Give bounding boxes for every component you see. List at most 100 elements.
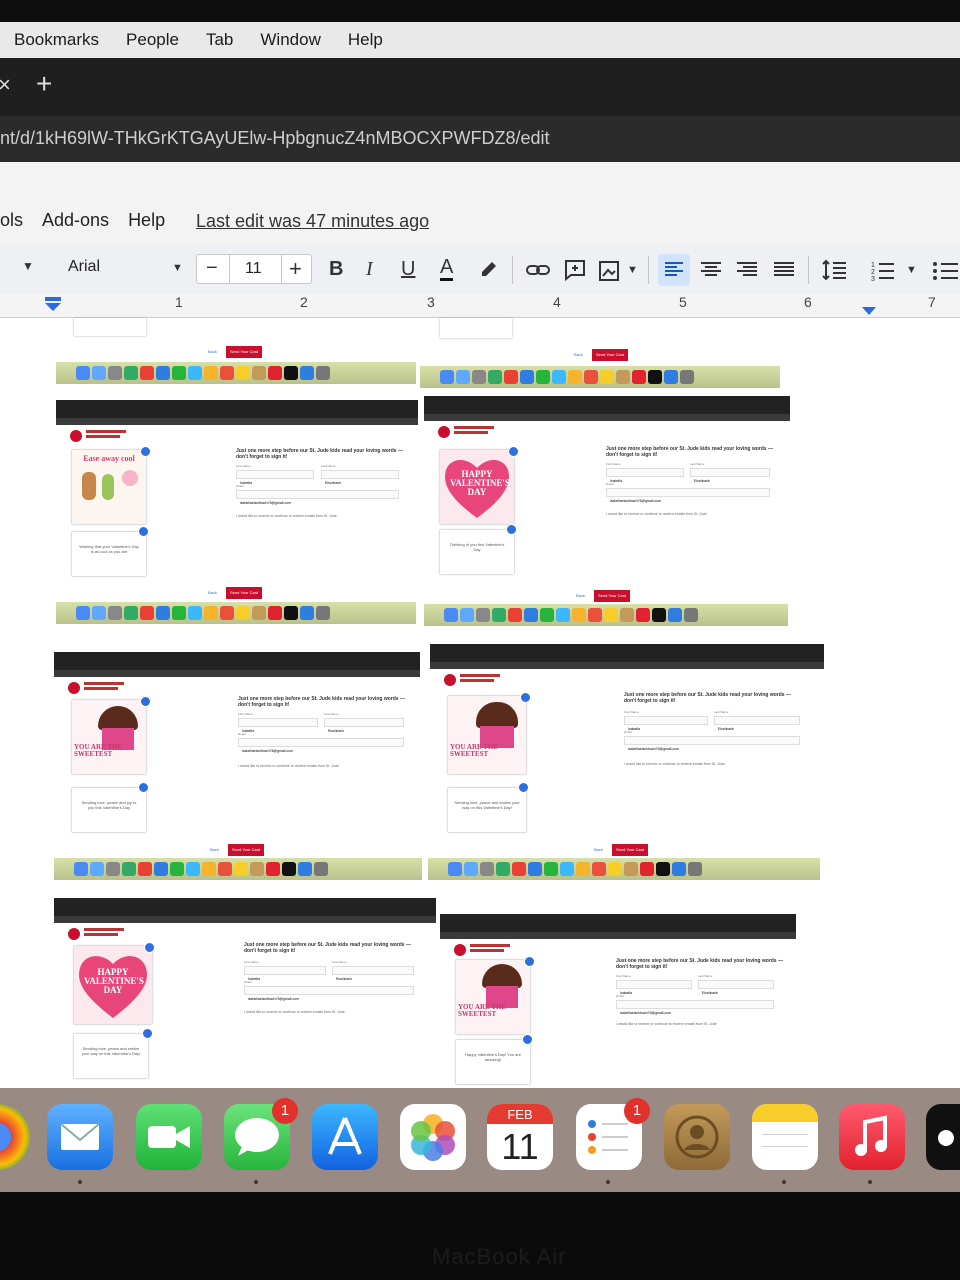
- align-justify-icon[interactable]: [771, 258, 797, 282]
- image-dropdown-icon[interactable]: ▼: [627, 264, 638, 276]
- bulleted-list-icon[interactable]: [930, 258, 960, 282]
- ruler-mark-2: 2: [300, 294, 308, 310]
- mini-dock-icon: [640, 862, 654, 876]
- card-art-cool: Ease away cool: [72, 450, 146, 524]
- menu-bookmarks[interactable]: Bookmarks: [14, 30, 99, 50]
- font-dropdown-icon[interactable]: ▼: [172, 262, 183, 274]
- device-label: MacBook Air: [432, 1244, 567, 1269]
- pasted-screenshot-2: HAPPY VALENTINE'S DAY Thinking of you th…: [424, 396, 790, 582]
- pasted-screenshot-4: YOU ARE THE SWEETEST Sending love, peace…: [430, 644, 824, 834]
- card-art-happy-valentines: HAPPY VALENTINE'S DAY: [74, 946, 152, 1024]
- calendar-app-icon[interactable]: FEB 11: [487, 1104, 553, 1170]
- card-message: Sending love, peace and smiles your way …: [74, 1034, 148, 1078]
- send-card-button: Send Your Card: [226, 587, 263, 599]
- mini-dock-icon: [652, 608, 666, 622]
- pasted-screenshot-5: HAPPY VALENTINE'S DAY Sending love, peac…: [54, 898, 436, 1082]
- send-card-button: Send Your Card: [592, 349, 629, 361]
- close-tab-icon[interactable]: ×: [0, 72, 11, 98]
- mini-dock-icon: [544, 862, 558, 876]
- mini-dock-icon: [284, 366, 298, 380]
- send-card-button: Send Your Card: [594, 590, 631, 602]
- screenshot-dock-strip: [54, 858, 422, 880]
- document-ruler[interactable]: 1 2 3 4 5 6 7: [0, 294, 960, 318]
- svg-text:3: 3: [871, 276, 875, 282]
- mini-dock-icon: [154, 862, 168, 876]
- mini-dock-icon: [620, 608, 634, 622]
- line-spacing-icon[interactable]: [820, 258, 848, 282]
- font-family-select[interactable]: Arial: [68, 258, 100, 276]
- docs-menu-tools[interactable]: ols: [0, 210, 23, 231]
- notes-app-icon[interactable]: [752, 1104, 818, 1170]
- underline-button[interactable]: U: [401, 258, 415, 281]
- music-app-icon[interactable]: [839, 1104, 905, 1170]
- decrease-size-button[interactable]: −: [206, 257, 218, 280]
- mac-dock: 1 FEB 11 1: [0, 1088, 960, 1192]
- last-edit-link[interactable]: Last edit was 47 minutes ago: [196, 211, 429, 232]
- new-tab-button[interactable]: +: [36, 68, 52, 100]
- mini-dock-icon: [460, 608, 474, 622]
- card-message: Sending love, peace and joy to you this …: [72, 788, 146, 832]
- align-left-icon[interactable]: [658, 254, 690, 286]
- screenshot-dock-strip: [420, 366, 780, 388]
- link-icon[interactable]: [525, 260, 551, 280]
- facetime-app-icon[interactable]: [136, 1104, 202, 1170]
- mini-dock-icon: [172, 366, 186, 380]
- mini-dock-icon: [170, 862, 184, 876]
- menu-help[interactable]: Help: [348, 30, 383, 50]
- align-center-icon[interactable]: [698, 258, 724, 282]
- card-message: Thinking of you this Valentine's Day: [440, 530, 514, 574]
- numbered-list-icon[interactable]: 1 2 3: [868, 258, 898, 282]
- italic-button[interactable]: I: [366, 258, 373, 281]
- text-color-button[interactable]: A: [440, 256, 454, 281]
- list-dropdown-icon[interactable]: ▼: [906, 264, 917, 276]
- mini-dock-icon: [316, 606, 330, 620]
- menu-tab[interactable]: Tab: [206, 30, 233, 50]
- mini-dock-icon: [108, 606, 122, 620]
- chrome-app-icon[interactable]: [0, 1104, 30, 1170]
- back-link: Back: [576, 593, 585, 598]
- menu-window[interactable]: Window: [260, 30, 320, 50]
- mini-dock-icon: [282, 862, 296, 876]
- increase-size-button[interactable]: +: [289, 256, 302, 282]
- menu-people[interactable]: People: [126, 30, 179, 50]
- mini-dock-icon: [632, 370, 646, 384]
- bold-button[interactable]: B: [329, 258, 343, 281]
- mini-dock-icon: [456, 370, 470, 384]
- font-size-input[interactable]: 11: [245, 260, 262, 278]
- insert-image-icon[interactable]: [598, 260, 622, 282]
- mini-dock-icon: [492, 608, 506, 622]
- mail-app-icon[interactable]: [47, 1104, 113, 1170]
- ruler-mark-5: 5: [679, 294, 687, 310]
- back-link: Back: [208, 349, 217, 354]
- photos-app-icon[interactable]: [400, 1104, 466, 1170]
- app-store-icon[interactable]: [312, 1104, 378, 1170]
- mini-dock-icon: [92, 366, 106, 380]
- ruler-mark-3: 3: [427, 294, 435, 310]
- mini-dock-icon: [236, 606, 250, 620]
- mini-dock-icon: [576, 862, 590, 876]
- document-page[interactable]: Back Send Your Card Back Send Your Card …: [0, 318, 960, 1088]
- docs-menu-addons[interactable]: Add-ons: [42, 210, 109, 231]
- contacts-app-icon[interactable]: [664, 1104, 730, 1170]
- apple-tv-app-icon[interactable]: [926, 1104, 960, 1170]
- mini-dock-icon: [636, 608, 650, 622]
- mini-dock-icon: [140, 606, 154, 620]
- card-art-you-are-sweetest: YOU ARE THE SWEETEST: [72, 700, 146, 774]
- screenshot-dock-strip: [428, 858, 820, 880]
- add-comment-icon[interactable]: [563, 258, 587, 282]
- styles-dropdown-icon[interactable]: ▼: [22, 259, 34, 273]
- left-indent-marker[interactable]: [44, 296, 62, 312]
- align-right-icon[interactable]: [734, 258, 760, 282]
- docs-menu-help[interactable]: Help: [128, 210, 165, 231]
- highlight-pen-icon[interactable]: [478, 258, 500, 280]
- mini-dock-icon: [74, 862, 88, 876]
- mini-dock-icon: [298, 862, 312, 876]
- mini-dock-icon: [540, 608, 554, 622]
- mini-dock-icon: [440, 370, 454, 384]
- back-link: Back: [574, 352, 583, 357]
- address-bar[interactable]: nt/d/1kH69lW-THkGrKTGAyUElw-HpbgnucZ4nMB…: [0, 116, 960, 162]
- screenshot-dock-strip: [56, 362, 416, 384]
- mini-dock-icon: [464, 862, 478, 876]
- mini-dock-icon: [220, 606, 234, 620]
- right-indent-marker[interactable]: [861, 306, 877, 316]
